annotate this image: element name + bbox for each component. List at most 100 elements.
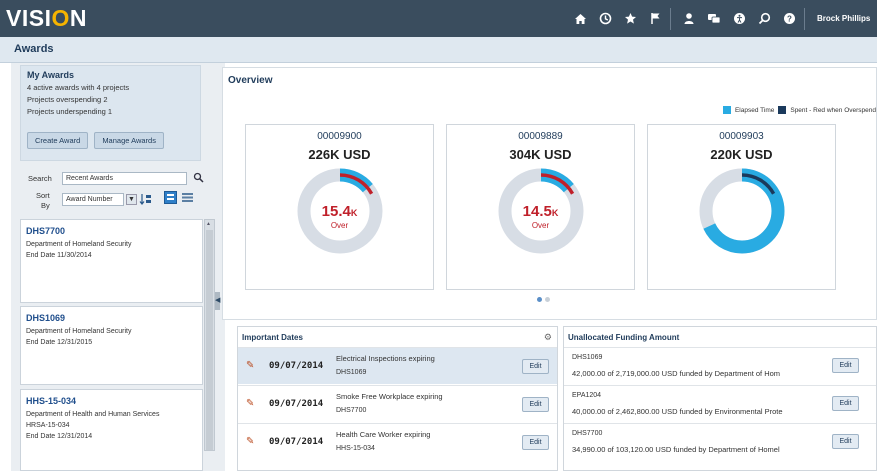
due-date: 09/07/2014 bbox=[269, 361, 324, 371]
page-title-bar: Awards bbox=[0, 37, 877, 63]
funding-description: 42,000.00 of 2,719,000.00 USD funded by … bbox=[572, 369, 781, 378]
edit-button[interactable]: Edit bbox=[522, 359, 549, 374]
unallocated-funding-panel: Unallocated Funding Amount DHS1069 42,00… bbox=[563, 326, 877, 471]
overspend-amount: 14.5K bbox=[522, 203, 559, 220]
favorites-icon[interactable] bbox=[619, 0, 641, 37]
funding-row[interactable]: DHS1069 42,000.00 of 2,719,000.00 USD fu… bbox=[564, 347, 876, 385]
funding-row[interactable]: EPA1204 40,000.00 of 2,462,800.00 USD fu… bbox=[564, 385, 876, 423]
carousel-pager[interactable] bbox=[537, 297, 550, 302]
overspend-amount: 15.4K bbox=[321, 203, 358, 220]
search-input[interactable]: Recent Awards bbox=[62, 172, 187, 185]
award-sponsor: Department of Homeland Security bbox=[26, 328, 132, 335]
award-sponsor: Department of Homeland Security bbox=[26, 241, 132, 248]
date-row[interactable]: ✎ 09/07/2014 Smoke Free Workplace expiri… bbox=[238, 385, 557, 422]
overspending-text: Projects overspending 2 bbox=[27, 95, 108, 104]
date-award-ref: DHS7700 bbox=[336, 407, 367, 414]
create-award-button[interactable]: Create Award bbox=[27, 132, 89, 149]
award-id-link[interactable]: DHS1069 bbox=[26, 313, 197, 323]
award-amount: 304K USD bbox=[509, 147, 572, 162]
overspend-status: Over bbox=[531, 221, 550, 230]
accessibility-icon[interactable] bbox=[728, 0, 750, 37]
edit-button[interactable]: Edit bbox=[832, 358, 859, 373]
award-amount: 220K USD bbox=[710, 147, 773, 162]
gear-icon[interactable]: ⚙ bbox=[544, 332, 552, 343]
award-kpi-card[interactable]: 00009903 220K USD bbox=[647, 124, 836, 290]
toolbar-divider bbox=[804, 7, 805, 30]
chevron-down-icon[interactable]: ▼ bbox=[126, 194, 137, 205]
help-icon[interactable]: ? bbox=[778, 0, 800, 37]
manage-awards-button[interactable]: Manage Awards bbox=[94, 132, 164, 149]
award-id-link[interactable]: DHS7700 bbox=[26, 226, 197, 236]
edit-button[interactable]: Edit bbox=[832, 396, 859, 411]
sort-select[interactable]: Award Number bbox=[62, 193, 124, 206]
search-sort-controls: Search Recent Awards Sort By Award Numbe… bbox=[22, 172, 206, 212]
legend-swatch-elapsed bbox=[722, 106, 731, 114]
card-view-icon[interactable] bbox=[164, 191, 177, 204]
date-row[interactable]: ✎ 09/07/2014 Electrical Inspections expi… bbox=[238, 347, 557, 384]
alert-icon: ✎ bbox=[246, 398, 255, 409]
svg-text:?: ? bbox=[787, 15, 792, 24]
award-kpi-card[interactable]: 00009900 226K USD 15.4K Over bbox=[245, 124, 434, 290]
sort-order-icon[interactable] bbox=[139, 193, 152, 206]
sort-by-label: By bbox=[41, 201, 50, 210]
date-row[interactable]: ✎ 09/07/2014 Health Care Worker expiring… bbox=[238, 423, 557, 460]
scrollbar-thumb[interactable] bbox=[206, 230, 213, 450]
recent-icon[interactable] bbox=[594, 0, 616, 37]
collapse-panel-handle[interactable]: ◀ bbox=[215, 292, 220, 310]
edit-button[interactable]: Edit bbox=[522, 397, 549, 412]
edit-button[interactable]: Edit bbox=[522, 435, 549, 450]
award-number: 00009900 bbox=[317, 131, 362, 142]
due-date: 09/07/2014 bbox=[269, 437, 324, 447]
award-kpi-card[interactable]: 00009889 304K USD 14.5K Over bbox=[446, 124, 635, 290]
page-title: Awards bbox=[14, 43, 54, 55]
vision-logo[interactable]: VISION bbox=[6, 5, 87, 32]
award-card[interactable]: DHS1069 Department of Homeland Security … bbox=[20, 306, 203, 385]
date-description: Smoke Free Workplace expiring bbox=[336, 392, 443, 401]
award-end-date: End Date 11/30/2014 bbox=[26, 252, 92, 259]
award-end-date: End Date 12/31/2014 bbox=[26, 433, 93, 440]
list-view-icon[interactable] bbox=[181, 191, 194, 204]
legend-spent-label: Spent - Red when Overspend bbox=[790, 106, 876, 114]
search-icon[interactable] bbox=[753, 0, 775, 37]
funding-description: 40,000.00 of 2,462,800.00 USD funded by … bbox=[572, 407, 783, 416]
top-bar: VISION ? Brock Phillips bbox=[0, 0, 877, 37]
flag-icon[interactable] bbox=[644, 0, 666, 37]
user-icon[interactable] bbox=[678, 0, 700, 37]
search-icon[interactable] bbox=[193, 172, 206, 185]
date-award-ref: DHS1069 bbox=[336, 369, 367, 376]
chart-legend: Elapsed Time Spent - Red when Overspend bbox=[722, 106, 876, 114]
award-card[interactable]: HHS-15-034 Department of Health and Huma… bbox=[20, 389, 203, 471]
due-date: 09/07/2014 bbox=[269, 399, 324, 409]
award-amount: 226K USD bbox=[308, 147, 371, 162]
my-awards-title[interactable]: My Awards bbox=[27, 70, 194, 80]
overview-title: Overview bbox=[228, 75, 273, 86]
award-list-scrollbar[interactable]: ▲ bbox=[204, 219, 215, 451]
underspending-text: Projects underspending 1 bbox=[27, 107, 113, 116]
scroll-up-icon[interactable]: ▲ bbox=[206, 221, 211, 227]
pager-dot[interactable] bbox=[545, 297, 550, 302]
unallocated-funding-title: Unallocated Funding Amount bbox=[568, 333, 680, 342]
edit-button[interactable]: Edit bbox=[832, 434, 859, 449]
award-sponsor: Department of Health and Human Services bbox=[26, 411, 160, 418]
chat-icon[interactable] bbox=[703, 0, 725, 37]
alert-icon: ✎ bbox=[246, 360, 255, 371]
date-description: Electrical Inspections expiring bbox=[336, 354, 435, 363]
award-id-link[interactable]: HHS-15-034 bbox=[26, 396, 197, 406]
funding-row[interactable]: DHS7700 34,990.00 of 103,120.00 USD fund… bbox=[564, 423, 876, 461]
global-toolbar: ? bbox=[566, 0, 809, 37]
pager-dot-active[interactable] bbox=[537, 297, 542, 302]
award-number: 00009903 bbox=[719, 131, 764, 142]
my-awards-summary: My Awards 4 active awards with 4 project… bbox=[20, 65, 201, 161]
alert-icon: ✎ bbox=[246, 436, 255, 447]
award-end-date: End Date 12/31/2015 bbox=[26, 339, 93, 346]
funding-award-id: DHS7700 bbox=[572, 430, 603, 437]
budget-donut bbox=[699, 168, 785, 254]
awards-count-text: 4 active awards with 4 projects bbox=[27, 83, 130, 92]
user-name-menu[interactable]: Brock Phillips bbox=[817, 0, 877, 37]
date-award-ref: HHS-15-034 bbox=[336, 445, 375, 452]
award-card[interactable]: DHS7700 Department of Homeland Security … bbox=[20, 219, 203, 303]
sort-label: Sort bbox=[36, 191, 50, 200]
home-icon[interactable] bbox=[569, 0, 591, 37]
award-reference: HRSA-15-034 bbox=[26, 422, 70, 429]
date-description: Health Care Worker expiring bbox=[336, 430, 431, 439]
